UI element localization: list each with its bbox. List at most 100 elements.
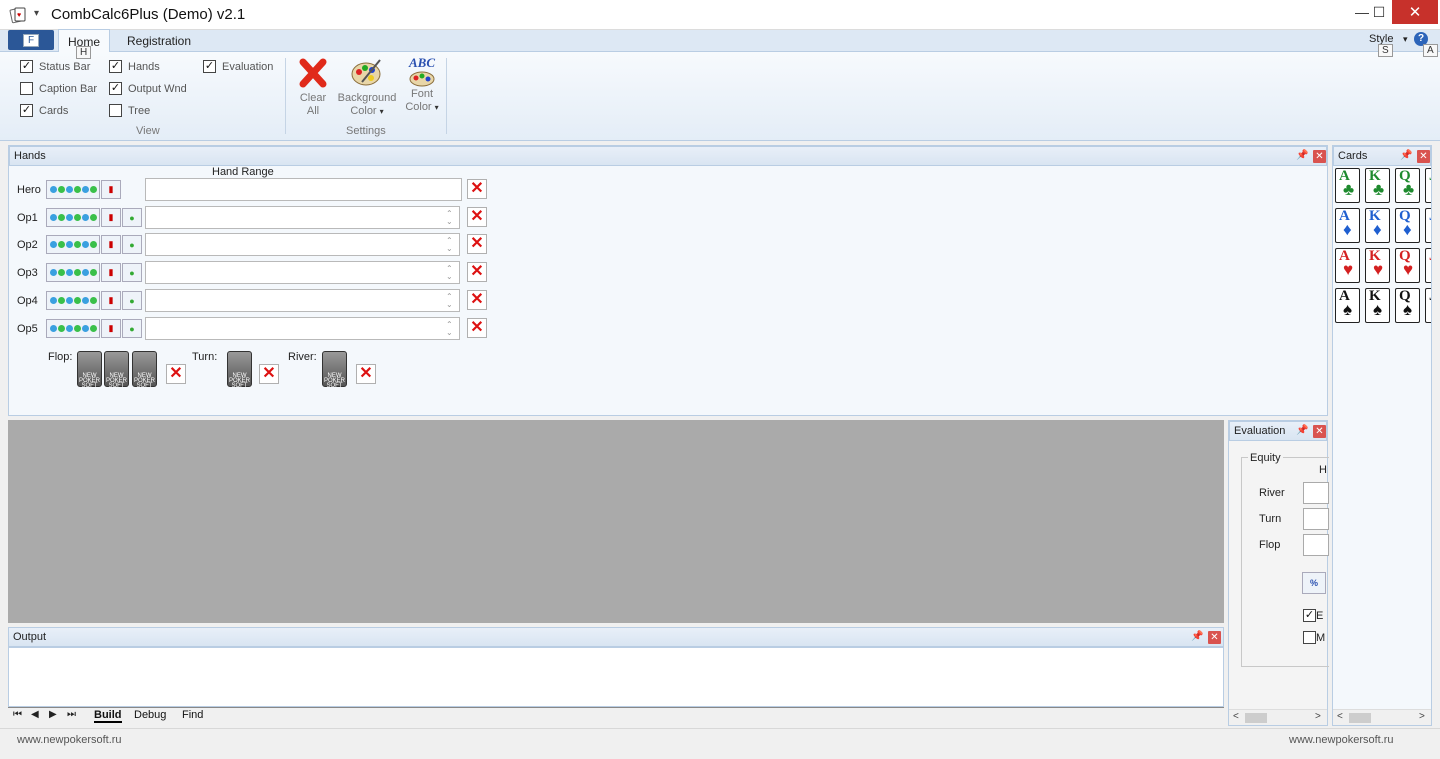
hand-matrix-button[interactable] <box>46 263 100 282</box>
pin-icon[interactable]: 📌 <box>1191 631 1203 642</box>
playing-card[interactable]: J♥ <box>1425 248 1431 283</box>
select-cards-button[interactable]: ▮ <box>101 319 121 338</box>
range-preset-button[interactable]: ● <box>122 208 142 227</box>
turn-equity-field[interactable] <box>1303 508 1329 530</box>
playing-card[interactable]: J♦ <box>1425 208 1431 243</box>
hand-matrix-button[interactable] <box>46 291 100 310</box>
checkbox-box[interactable]: ✓ <box>203 60 216 73</box>
range-preset-button[interactable]: ● <box>122 291 142 310</box>
playing-card[interactable]: K ♥ <box>1365 248 1390 283</box>
maximize-button[interactable]: ☐ <box>1364 0 1394 24</box>
playing-card[interactable]: J♣ <box>1425 168 1431 203</box>
playing-card[interactable]: A ♠ <box>1335 288 1360 323</box>
checkbox-box[interactable]: ✓ <box>1303 609 1316 622</box>
close-panel-button[interactable]: ✕ <box>1313 425 1326 438</box>
range-spinner-icon[interactable]: ⌃ ⌄ <box>446 265 453 281</box>
hand-range-input[interactable] <box>145 206 460 229</box>
evaluation-checkbox[interactable]: ✓ Evaluation <box>203 60 273 73</box>
output-wnd-checkbox[interactable]: ✓ Output Wnd <box>109 82 187 95</box>
playing-card[interactable]: A ♦ <box>1335 208 1360 243</box>
pin-icon[interactable]: 📌 <box>1296 425 1308 436</box>
tab-registration[interactable]: Registration <box>127 34 191 48</box>
select-cards-button[interactable]: ▮ <box>101 263 121 282</box>
close-panel-button[interactable]: ✕ <box>1417 150 1430 163</box>
scroll-left-icon[interactable]: < <box>1233 711 1239 722</box>
flop-card-slot[interactable]: NEW POKER SOFT <box>77 351 102 389</box>
checkbox-box[interactable] <box>1303 631 1316 644</box>
range-spinner-icon[interactable]: ⌃ ⌄ <box>446 210 453 226</box>
range-spinner-icon[interactable]: ⌃ ⌄ <box>446 321 453 337</box>
clear-hand-button[interactable]: ✕ <box>467 234 487 254</box>
hand-matrix-button[interactable] <box>46 180 100 199</box>
playing-card[interactable]: K ♣ <box>1365 168 1390 203</box>
pin-icon[interactable]: 📌 <box>1296 150 1308 161</box>
tree-checkbox[interactable]: Tree <box>109 104 150 117</box>
hand-matrix-button[interactable] <box>46 319 100 338</box>
clear-all-button[interactable]: Clear All <box>296 56 330 118</box>
select-cards-button[interactable]: ▮ <box>101 291 121 310</box>
flop-card-slot[interactable]: NEW POKER SOFT <box>104 351 129 389</box>
checkbox-box[interactable]: ✓ <box>109 60 122 73</box>
hands-checkbox[interactable]: ✓ Hands <box>109 60 160 73</box>
file-menu-button[interactable]: F <box>8 30 54 50</box>
evaluation-option-1-checkbox[interactable]: ✓ E <box>1303 609 1323 622</box>
playing-card[interactable]: Q ♥ <box>1395 248 1420 283</box>
tab-debug[interactable]: Debug <box>134 709 166 721</box>
chevron-down-icon[interactable]: ▾ <box>1403 34 1408 45</box>
playing-card[interactable]: Q ♠ <box>1395 288 1420 323</box>
checkbox-box[interactable] <box>109 104 122 117</box>
tab-find[interactable]: Find <box>182 709 203 721</box>
playing-card[interactable]: A ♥ <box>1335 248 1360 283</box>
flop-card-slot[interactable]: NEW POKER SOFT <box>132 351 157 389</box>
playing-card[interactable]: J♠ <box>1425 288 1431 323</box>
hand-range-input[interactable] <box>145 261 460 284</box>
hand-range-input[interactable] <box>145 317 460 340</box>
playing-card[interactable]: Q ♦ <box>1395 208 1420 243</box>
hand-matrix-button[interactable] <box>46 235 100 254</box>
clear-hand-button[interactable]: ✕ <box>467 318 487 338</box>
scroll-right-icon[interactable]: > <box>1419 711 1425 722</box>
horizontal-scrollbar[interactable]: < > <box>1229 709 1327 725</box>
hand-range-input[interactable] <box>145 178 462 201</box>
select-cards-button[interactable]: ▮ <box>101 180 121 199</box>
scroll-right-icon[interactable]: > <box>1315 711 1321 722</box>
flop-equity-field[interactable] <box>1303 534 1329 556</box>
turn-card-slot[interactable]: NEW POKER SOFT <box>227 351 252 389</box>
checkbox-box[interactable]: ✓ <box>109 82 122 95</box>
close-button[interactable]: ✕ <box>1392 0 1438 24</box>
app-cards-icon[interactable]: ♥ <box>9 6 27 24</box>
range-preset-button[interactable]: ● <box>122 235 142 254</box>
checkbox-box[interactable] <box>20 82 33 95</box>
next-page-icon[interactable]: ▶ <box>49 709 57 720</box>
range-spinner-icon[interactable]: ⌃ ⌄ <box>446 293 453 309</box>
clear-hand-button[interactable]: ✕ <box>467 207 487 227</box>
caption-bar-checkbox[interactable]: Caption Bar <box>20 82 97 95</box>
calculate-percent-button[interactable]: % <box>1302 572 1326 594</box>
hand-range-input[interactable] <box>145 233 460 256</box>
close-panel-button[interactable]: ✕ <box>1313 150 1326 163</box>
clear-hand-button[interactable]: ✕ <box>467 262 487 282</box>
horizontal-scrollbar[interactable]: < > <box>1333 709 1431 725</box>
playing-card[interactable]: K ♠ <box>1365 288 1390 323</box>
background-color-button[interactable]: Background Color ▾ <box>334 56 400 118</box>
select-cards-button[interactable]: ▮ <box>101 208 121 227</box>
scroll-left-icon[interactable]: < <box>1337 711 1343 722</box>
output-text-area[interactable] <box>8 647 1224 707</box>
clear-hand-button[interactable]: ✕ <box>467 179 487 199</box>
range-spinner-icon[interactable]: ⌃ ⌄ <box>446 237 453 253</box>
hand-matrix-button[interactable] <box>46 208 100 227</box>
scroll-thumb[interactable] <box>1349 713 1371 723</box>
range-preset-button[interactable]: ● <box>122 263 142 282</box>
first-page-icon[interactable]: ⏮ <box>13 709 22 720</box>
river-equity-field[interactable] <box>1303 482 1329 504</box>
range-preset-button[interactable]: ● <box>122 319 142 338</box>
clear-hand-button[interactable]: ✕ <box>467 290 487 310</box>
last-page-icon[interactable]: ⏭ <box>67 709 76 720</box>
hand-range-input[interactable] <box>145 289 460 312</box>
river-card-slot[interactable]: NEW POKER SOFT <box>322 351 347 389</box>
quick-access-dropdown-icon[interactable]: ▾ <box>34 8 39 19</box>
font-color-button[interactable]: ABC Font Color ▾ <box>401 56 443 114</box>
scroll-thumb[interactable] <box>1245 713 1267 723</box>
prev-page-icon[interactable]: ◀ <box>31 709 39 720</box>
playing-card[interactable]: Q ♣ <box>1395 168 1420 203</box>
